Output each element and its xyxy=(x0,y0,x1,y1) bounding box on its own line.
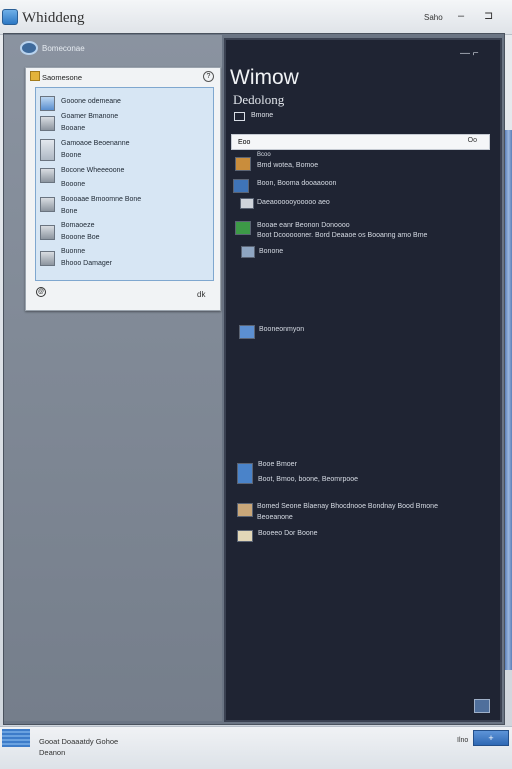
document-icon[interactable] xyxy=(40,139,55,161)
list-item[interactable]: Booae eanr Beonon Donoooo xyxy=(257,222,350,229)
list-item[interactable]: Gooone odemeane xyxy=(61,98,121,105)
list-item-sub: Booone Boe xyxy=(61,234,100,241)
list-item[interactable]: Boooaae Bmoomne Bone xyxy=(61,196,141,203)
panel-title: Wimow xyxy=(230,66,299,89)
window-title: Whiddeng xyxy=(22,10,85,26)
search-input[interactable] xyxy=(238,137,438,147)
list-item-sub: Boot Dcoooooner. Bord Deaaoe os Booanng … xyxy=(257,232,428,239)
list-item[interactable]: Booe Bmoer xyxy=(258,461,297,468)
disc-icon[interactable] xyxy=(20,41,38,55)
search-box[interactable]: Oo xyxy=(231,134,490,150)
status-text: Gooat Doaaatdy Gohoe xyxy=(39,737,119,746)
taskbar-icon[interactable] xyxy=(2,729,30,747)
drive-icon[interactable] xyxy=(40,197,55,212)
add-button[interactable]: + xyxy=(473,730,509,746)
network-icon[interactable] xyxy=(237,463,253,484)
list-item[interactable]: Booeeo Dor Boone xyxy=(258,530,318,537)
folder-icon xyxy=(30,71,40,81)
list-item[interactable]: Booneonmyon xyxy=(259,326,304,333)
ok-button[interactable]: dk xyxy=(197,290,205,299)
list-item[interactable]: Goamer Bmanone xyxy=(61,113,118,120)
dialog-title: Saomesone xyxy=(42,73,83,82)
minimize-icon[interactable]: – xyxy=(458,10,464,22)
panel-subtitle: Dedolong xyxy=(233,92,285,107)
list-item[interactable]: Daeaoooooyooooo aeo xyxy=(257,199,330,206)
picture-icon[interactable] xyxy=(40,116,55,131)
list-item-sub: Boone xyxy=(61,152,82,159)
globe-icon[interactable] xyxy=(233,179,249,193)
list-item-sub: Bone xyxy=(61,208,78,215)
green-app-icon[interactable] xyxy=(235,221,251,235)
info-icon[interactable]: @ xyxy=(36,287,46,297)
left-panel-header: Bomeconae xyxy=(42,44,85,53)
computer-icon[interactable] xyxy=(40,225,55,240)
list-item-sub: Bhooo Damager xyxy=(61,260,112,267)
list-item[interactable]: Buonne xyxy=(61,248,85,255)
list-item[interactable]: Boon, Booma dooaaooon xyxy=(257,180,336,187)
app-icon[interactable] xyxy=(2,9,18,25)
list-item[interactable]: Bonone xyxy=(259,248,283,255)
display-icon[interactable] xyxy=(40,251,55,266)
dialog-list: Gooone odemeane Goamer Bmanone Booane Ga… xyxy=(35,87,214,281)
list-item-sub: Booone xyxy=(61,181,86,188)
folder-icon[interactable] xyxy=(235,157,251,171)
status-subtext: Deanon xyxy=(39,748,66,757)
list-item-sub: Beoeanone xyxy=(257,514,293,521)
settings-icon[interactable] xyxy=(239,325,255,339)
window-icon[interactable] xyxy=(40,96,55,111)
file-icon[interactable] xyxy=(237,530,253,542)
tab-label[interactable]: Bmone xyxy=(251,112,273,119)
list-item-sub: Boot, Bmoo, boone, Beomrpooe xyxy=(258,476,359,483)
status-bar xyxy=(0,726,512,769)
archive-icon[interactable] xyxy=(237,503,253,517)
image-icon[interactable] xyxy=(241,246,255,258)
expand-icon[interactable] xyxy=(474,699,490,713)
list-item[interactable]: Gamoaoe Beoenanne xyxy=(61,140,130,147)
camera-icon[interactable] xyxy=(240,198,254,209)
tab-icon[interactable] xyxy=(234,112,245,121)
scrollbar[interactable] xyxy=(505,130,512,670)
save-button[interactable]: Saho xyxy=(424,13,443,22)
help-icon[interactable]: ? xyxy=(203,71,214,82)
search-action[interactable]: Oo xyxy=(468,137,477,144)
restore-icon[interactable]: ⊐ xyxy=(484,9,493,22)
list-item[interactable]: Bocone Wheeeoone xyxy=(61,167,124,174)
menu-icon[interactable]: — ⌐ xyxy=(460,48,479,59)
list-item[interactable]: Bomed Seone Blaenay Bhocdnooe Bondnay Bo… xyxy=(257,503,438,510)
list-item[interactable]: Bmd wotea, Bomoe xyxy=(257,162,318,169)
status-right-label: Ilno xyxy=(457,737,469,744)
list-item-sub: Booane xyxy=(61,125,86,132)
monitor-icon[interactable] xyxy=(40,168,55,183)
list-item-header: Bcoo xyxy=(257,152,271,158)
list-item[interactable]: Bomaoeze xyxy=(61,222,94,229)
